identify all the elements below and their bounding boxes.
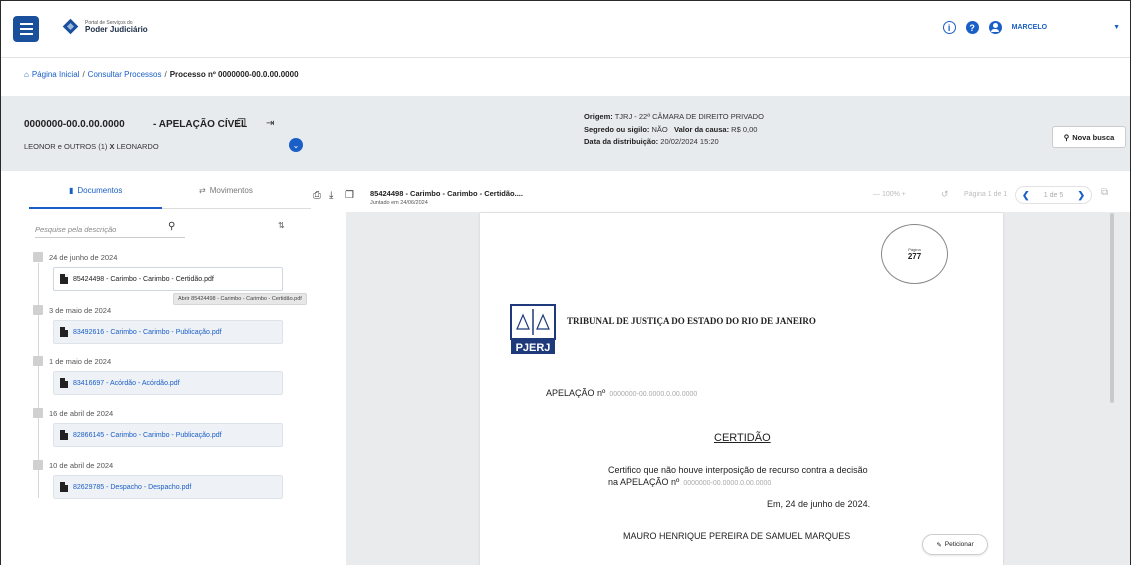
- document-item[interactable]: 82866145 - Carimbo - Carimbo - Publicaçã…: [53, 423, 283, 447]
- pdf-icon: [60, 327, 68, 337]
- document-item[interactable]: 83416697 - Acórdão - Acórdão.pdf: [53, 371, 283, 395]
- hamburger-menu-button[interactable]: [13, 16, 39, 42]
- copy-icon[interactable]: ❐: [237, 118, 246, 129]
- portal-logo-icon: [63, 19, 79, 35]
- breadcrumb-current: Processo nº 0000000-00.0.00.0000: [169, 70, 299, 79]
- document-search-input[interactable]: [35, 223, 163, 235]
- active-tab-indicator: [29, 207, 162, 209]
- document-item[interactable]: 82629785 - Despacho - Despacho.pdf: [53, 475, 283, 499]
- breadcrumb-separator: /: [82, 70, 85, 79]
- page-info: Página 1 de 1: [964, 191, 1008, 198]
- next-document-icon[interactable]: ❯: [1077, 190, 1085, 201]
- process-parties: LEONOR e OUTROS (1) X LEONARDO: [24, 142, 159, 151]
- appeal-number-line: APELAÇÃO nº 0000000-00.0000.0.00.0000: [546, 388, 698, 398]
- process-header: [1, 96, 1130, 171]
- rotate-icon[interactable]: ↺: [941, 189, 949, 200]
- certificate-text-line1: Certifico que não houve interposição de …: [608, 465, 868, 475]
- timeline-date: 10 de abril de 2024: [33, 460, 113, 470]
- expand-parties-button[interactable]: ⌄: [289, 138, 303, 152]
- copy-icon[interactable]: ❐: [345, 190, 354, 201]
- certificate-title: CERTIDÃO: [714, 432, 771, 444]
- app-frame: Portal de Serviços do Poder Judiciário i…: [0, 0, 1131, 565]
- process-class: - APELAÇÃO CÍVEL: [153, 119, 248, 130]
- search-underline: [35, 237, 185, 238]
- new-search-button[interactable]: ⚲ Nova busca: [1052, 126, 1126, 148]
- process-info: Origem: TJRJ - 22ª CÂMARA DE DIREITO PRI…: [584, 112, 764, 146]
- timeline-date: 16 de abril de 2024: [33, 408, 113, 418]
- top-actions: i ? MARCELO ▼: [942, 21, 1120, 34]
- export-icon[interactable]: ⇥: [266, 118, 274, 129]
- process-number: 0000000-00.0.00.0000: [24, 119, 125, 130]
- document-item[interactable]: 85424498 - Carimbo - Carimbo - Certidão.…: [53, 267, 283, 291]
- viewer-document-title: 85424498 - Carimbo - Carimbo - Certidão.…: [370, 189, 523, 198]
- pjerj-logo: PJERJ: [510, 304, 556, 354]
- search-icon: ⚲: [1063, 132, 1070, 142]
- tab-documents[interactable]: ▮ Documentos: [69, 186, 122, 195]
- pdf-icon: [60, 378, 68, 388]
- viewer-document-date: Juntado em 24/06/2024: [370, 200, 428, 206]
- swap-arrows-icon: ⇄: [199, 186, 206, 195]
- certificate-signer: MAURO HENRIQUE PEREIRA DE SAMUEL MARQUES: [623, 531, 851, 541]
- pager-text: 1 de 5: [1043, 191, 1064, 199]
- document-icon: ▮: [69, 186, 74, 195]
- pdf-icon: [60, 430, 68, 440]
- svg-text:PJERJ: PJERJ: [516, 342, 551, 354]
- breadcrumb-separator: /: [164, 70, 167, 79]
- page-seal-stamp: Página 277: [881, 224, 948, 284]
- certificate-text-line2: na APELAÇÃO nº 0000000-00.0000.0.00.0000: [608, 477, 772, 487]
- user-name[interactable]: MARCELO: [1012, 24, 1047, 31]
- document-tooltip: Abrir 85424498 - Carimbo - Carimbo - Cer…: [173, 293, 307, 305]
- portal-logo[interactable]: Portal de Serviços do Poder Judiciário: [63, 19, 148, 35]
- user-avatar-icon[interactable]: [988, 21, 1002, 34]
- help-icon[interactable]: ?: [965, 21, 979, 34]
- open-external-icon[interactable]: ⧉: [1101, 187, 1108, 198]
- zoom-control[interactable]: — 100% +: [873, 191, 906, 198]
- certificate-date: Em, 24 de junho de 2024.: [767, 499, 871, 509]
- court-name: TRIBUNAL DE JUSTIÇA DO ESTADO DO RIO DE …: [567, 316, 816, 326]
- petition-icon: ✎: [936, 541, 942, 549]
- timeline-date: 24 de junho de 2024: [33, 252, 117, 262]
- document-item[interactable]: 83492616 - Carimbo - Carimbo - Publicaçã…: [53, 320, 283, 344]
- info-icon[interactable]: i: [942, 21, 956, 34]
- print-icon[interactable]: ⎙: [313, 190, 321, 201]
- pdf-icon: [60, 482, 68, 492]
- breadcrumb-consult-link[interactable]: Consultar Processos: [88, 70, 162, 79]
- seal-page-number: 277: [907, 252, 922, 261]
- petition-button[interactable]: ✎ Peticionar: [922, 534, 988, 555]
- top-bar: Portal de Serviços do Poder Judiciário i…: [1, 1, 1130, 58]
- sort-icon[interactable]: ⇅: [278, 221, 285, 230]
- breadcrumb: ⌂ Página Inicial / Consultar Processos /…: [24, 70, 299, 79]
- tab-movements[interactable]: ⇄ Movimentos: [199, 186, 253, 195]
- timeline-date: 1 de maio de 2024: [33, 356, 111, 366]
- user-menu-caret-icon[interactable]: ▼: [1113, 24, 1120, 31]
- download-icon[interactable]: ⤓: [329, 190, 333, 201]
- pdf-icon: [60, 274, 68, 284]
- document-pager: ❮ 1 de 5 ❯: [1015, 186, 1092, 204]
- breadcrumb-home-link[interactable]: Página Inicial: [32, 70, 80, 79]
- logo-title: Poder Judiciário: [85, 24, 148, 34]
- home-icon[interactable]: ⌂: [24, 70, 29, 79]
- viewer-scrollbar[interactable]: [1110, 213, 1114, 403]
- previous-document-icon[interactable]: ❮: [1022, 190, 1030, 201]
- timeline-date: 3 de maio de 2024: [33, 305, 111, 315]
- search-icon[interactable]: ⚲: [168, 221, 175, 232]
